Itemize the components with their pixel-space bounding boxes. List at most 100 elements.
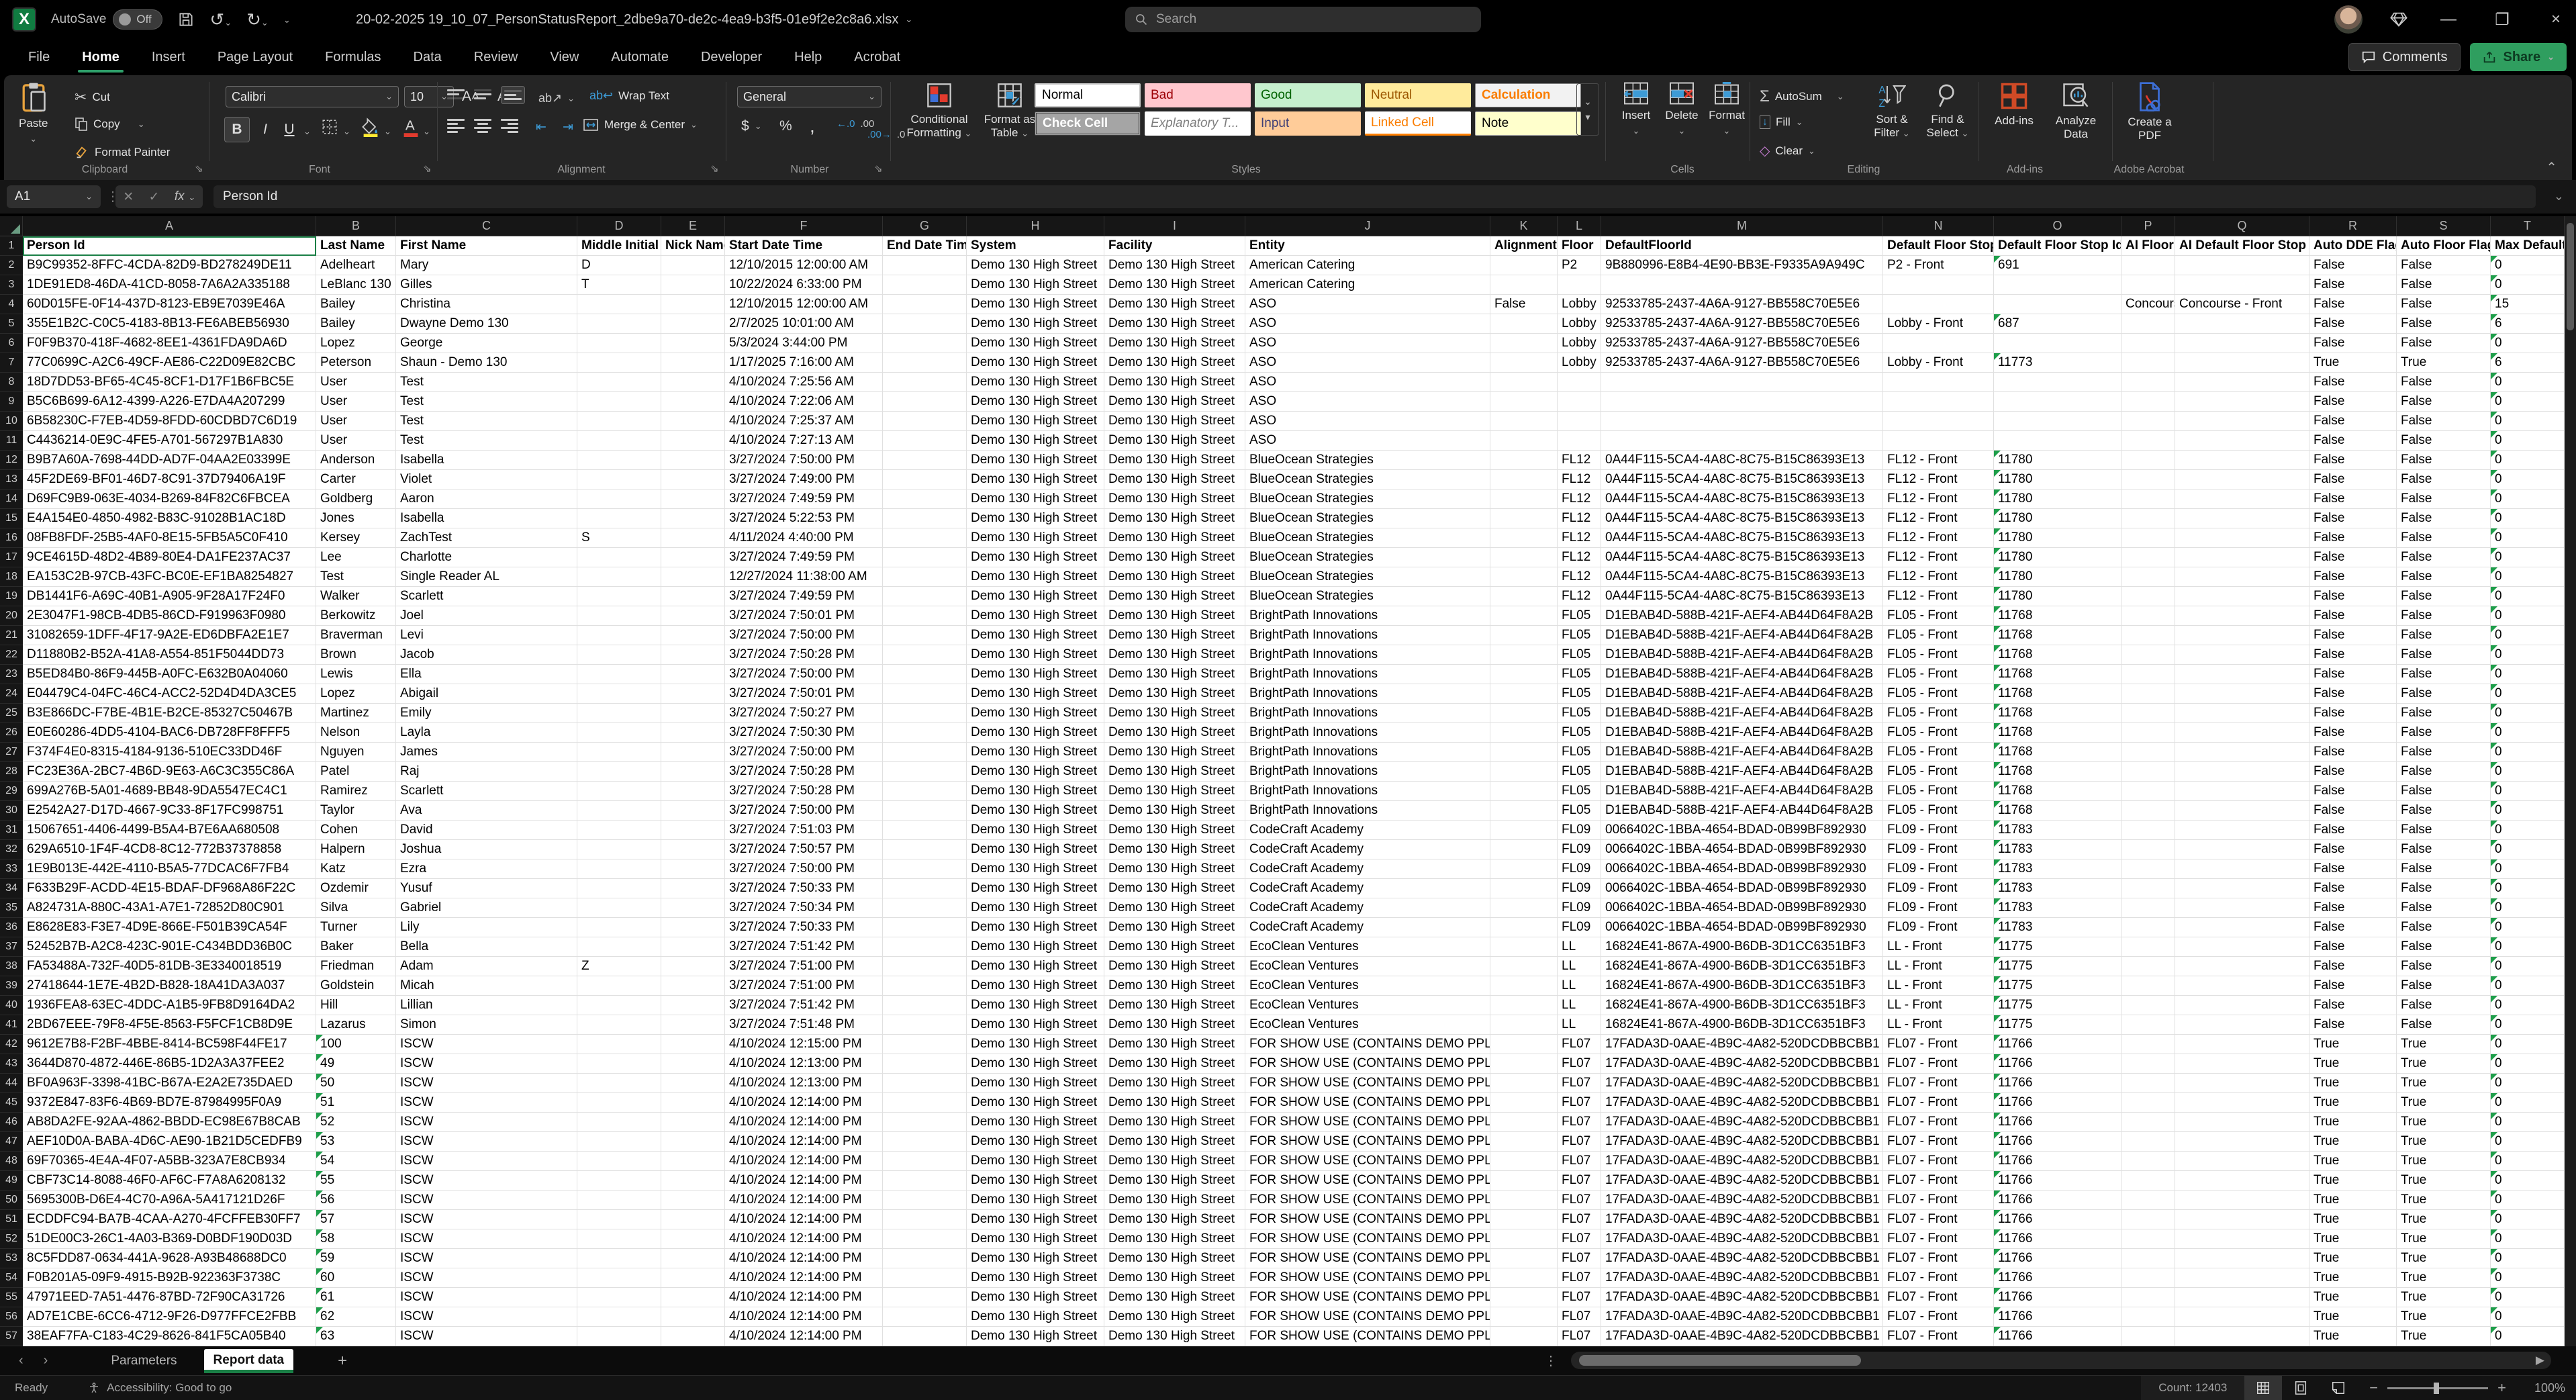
cell[interactable]: Abigail <box>396 684 577 704</box>
row-number[interactable]: 43 <box>0 1054 23 1074</box>
cell[interactable]: 11768 <box>1994 801 2121 821</box>
cell[interactable]: BlueOcean Strategies <box>1245 567 1490 587</box>
cell[interactable]: 1/17/2025 7:16:00 AM <box>725 353 883 373</box>
format-as-table-button[interactable]: Format as Table ⌄ <box>981 82 1039 139</box>
cell[interactable]: Taylor <box>316 801 396 821</box>
cell[interactable] <box>577 1015 661 1035</box>
cell[interactable] <box>661 1249 725 1268</box>
cell[interactable] <box>661 1229 725 1249</box>
cell[interactable]: 0066402C-1BBA-4654-BDAD-0B99BF892930 <box>1601 821 1883 840</box>
cell[interactable] <box>2175 431 2309 451</box>
cell[interactable]: FL07 <box>1558 1074 1601 1093</box>
style-chip-check[interactable]: Check Cell <box>1035 111 1141 136</box>
row-number[interactable]: 20 <box>0 606 23 626</box>
cell[interactable]: FL07 - Front <box>1883 1191 1994 1210</box>
cell[interactable]: 11768 <box>1994 704 2121 723</box>
cell[interactable]: False <box>2309 509 2397 528</box>
cell[interactable]: 3/27/2024 7:50:28 PM <box>725 782 883 801</box>
cell[interactable]: 3/27/2024 7:50:27 PM <box>725 704 883 723</box>
cell[interactable] <box>1490 275 1558 295</box>
cell[interactable]: 15067651-4406-4499-B5A4-B7E6AA680508 <box>23 821 316 840</box>
paste-button[interactable]: Paste⌄ <box>19 82 48 144</box>
cell[interactable]: 3/27/2024 7:51:42 PM <box>725 996 883 1015</box>
cell[interactable] <box>2121 1191 2175 1210</box>
cell[interactable] <box>1490 1171 1558 1191</box>
cell[interactable] <box>2121 782 2175 801</box>
cell[interactable]: Demo 130 High Street <box>967 1307 1104 1327</box>
cell[interactable]: True <box>2309 1249 2397 1268</box>
prev-sheet-icon[interactable]: ‹ <box>19 1353 23 1368</box>
row-number[interactable]: 16 <box>0 528 23 548</box>
cell[interactable] <box>2121 334 2175 353</box>
cell[interactable]: S <box>577 528 661 548</box>
cell[interactable]: FOR SHOW USE (CONTAINS DEMO PPL) <box>1245 1249 1490 1268</box>
cell[interactable] <box>661 567 725 587</box>
cell[interactable]: Demo 130 High Street <box>1104 470 1245 489</box>
cell[interactable] <box>2121 1054 2175 1074</box>
cell[interactable]: BrightPath Innovations <box>1245 665 1490 684</box>
cell[interactable]: Demo 130 High Street <box>1104 859 1245 879</box>
cell[interactable] <box>883 743 967 762</box>
delete-cells-button[interactable]: Delete⌄ <box>1661 82 1703 136</box>
menu-tab-acrobat[interactable]: Acrobat <box>838 39 916 75</box>
cell[interactable] <box>661 353 725 373</box>
cell[interactable]: D1EBAB4D-588B-421F-AEF4-AB44D64F8A2B <box>1601 743 1883 762</box>
cell[interactable]: Demo 130 High Street <box>967 606 1104 626</box>
menu-tab-page-layout[interactable]: Page Layout <box>201 39 309 75</box>
cell[interactable]: 6 <box>2491 353 2565 373</box>
cut-button[interactable]: ✂Cut <box>75 89 110 106</box>
cell[interactable]: Violet <box>396 470 577 489</box>
share-button[interactable]: Share⌄ <box>2470 43 2567 71</box>
cell[interactable]: Single Reader AL <box>396 567 577 587</box>
cell[interactable] <box>661 431 725 451</box>
cell[interactable] <box>2175 1093 2309 1113</box>
cell[interactable]: 3/27/2024 7:50:00 PM <box>725 801 883 821</box>
menu-tab-developer[interactable]: Developer <box>685 39 778 75</box>
cell[interactable] <box>2175 976 2309 996</box>
cell[interactable] <box>661 412 725 431</box>
cell[interactable]: BrightPath Innovations <box>1245 684 1490 704</box>
cell[interactable]: Levi <box>396 626 577 645</box>
cell[interactable] <box>577 373 661 392</box>
cell[interactable]: Demo 130 High Street <box>967 801 1104 821</box>
cell[interactable]: Demo 130 High Street <box>967 295 1104 314</box>
cell[interactable]: Lily <box>396 918 577 937</box>
cell[interactable]: False <box>2397 665 2491 684</box>
cell[interactable]: Demo 130 High Street <box>967 704 1104 723</box>
cell[interactable]: True <box>2397 1229 2491 1249</box>
cell[interactable]: 11780 <box>1994 528 2121 548</box>
font-color-menu-icon[interactable]: ⌄ <box>423 126 430 137</box>
cell[interactable]: Concourse - Front <box>2175 295 2309 314</box>
cell[interactable]: Default Floor Stop <box>1883 236 1994 256</box>
cell[interactable]: 27418644-1E7E-4B2D-B828-18A41DA3A037 <box>23 976 316 996</box>
cell[interactable] <box>2175 353 2309 373</box>
style-chip-note[interactable]: Note <box>1475 111 1581 136</box>
cell[interactable] <box>2121 489 2175 509</box>
cell[interactable]: False <box>2309 256 2397 275</box>
cell[interactable]: 2/7/2025 10:01:00 AM <box>725 314 883 334</box>
cell[interactable]: 4/10/2024 12:14:00 PM <box>725 1229 883 1249</box>
cell[interactable] <box>2121 1015 2175 1035</box>
cell[interactable] <box>661 392 725 412</box>
cell[interactable]: 0 <box>2491 1113 2565 1132</box>
cell[interactable]: Goldstein <box>316 976 396 996</box>
cell[interactable]: Joshua <box>396 840 577 859</box>
cell[interactable]: Demo 130 High Street <box>1104 645 1245 665</box>
cell[interactable]: 11780 <box>1994 548 2121 567</box>
row-number[interactable]: 30 <box>0 801 23 821</box>
cell[interactable]: ISCW <box>396 1132 577 1152</box>
cell[interactable]: 0A44F115-5CA4-4A8C-8C75-B15C86393E13 <box>1601 509 1883 528</box>
cell[interactable]: True <box>2309 1191 2397 1210</box>
cell[interactable] <box>1883 392 1994 412</box>
cell[interactable]: Entity <box>1245 236 1490 256</box>
cell[interactable] <box>2175 957 2309 976</box>
cell[interactable]: 08FB8FDF-25B5-4AF0-8E15-5FB5A5C0F410 <box>23 528 316 548</box>
cell[interactable] <box>1490 801 1558 821</box>
row-number[interactable]: 38 <box>0 957 23 976</box>
gem-icon[interactable] <box>2389 10 2408 29</box>
cell[interactable]: FOR SHOW USE (CONTAINS DEMO PPL) <box>1245 1327 1490 1346</box>
cell[interactable]: BlueOcean Strategies <box>1245 509 1490 528</box>
cell[interactable] <box>661 1093 725 1113</box>
cell[interactable]: True <box>2309 1132 2397 1152</box>
cell[interactable]: FL07 - Front <box>1883 1229 1994 1249</box>
